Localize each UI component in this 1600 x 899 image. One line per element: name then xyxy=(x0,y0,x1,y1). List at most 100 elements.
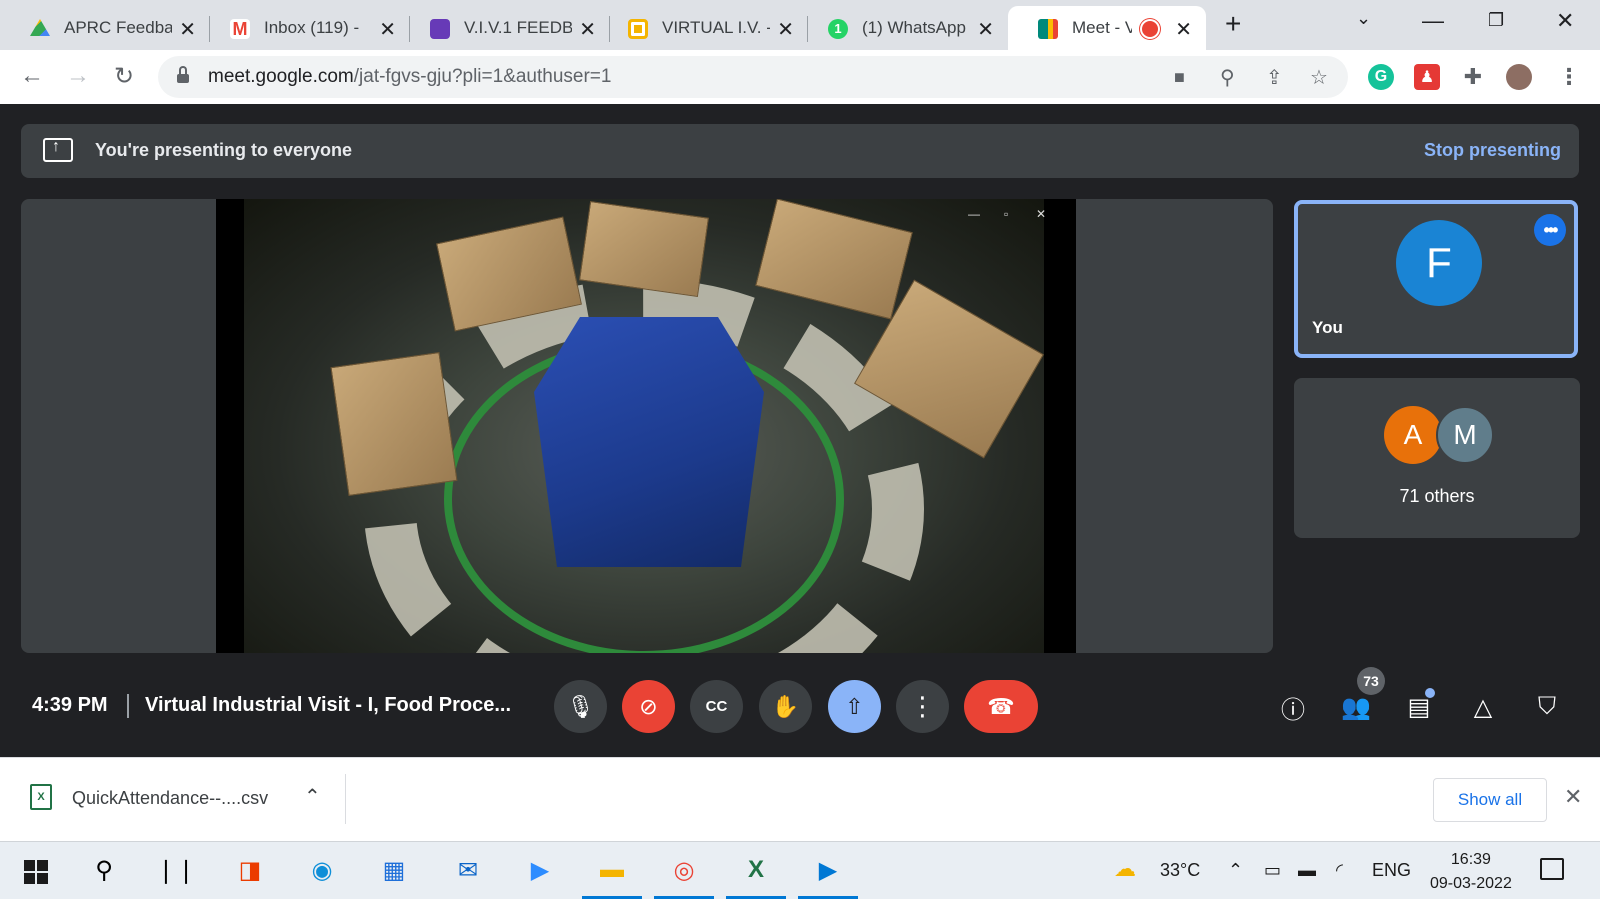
csv-file-icon: X xyxy=(30,784,52,810)
gmail-icon: M xyxy=(230,19,250,39)
google-forms-icon xyxy=(430,19,450,39)
download-bar: X QuickAttendance--....csv ⌃ Show all ✕ xyxy=(0,757,1600,841)
participant-name: You xyxy=(1312,318,1343,337)
avatar: A xyxy=(1384,406,1442,464)
chrome-icon[interactable]: ◎ xyxy=(666,852,702,888)
tab-virtual-iv[interactable]: VIRTUAL I.V. - ✕ xyxy=(598,6,808,50)
chevron-up-icon[interactable]: ⌃ xyxy=(1228,860,1243,881)
show-all-button[interactable]: Show all xyxy=(1433,778,1547,822)
conveyor-video-frame xyxy=(244,199,1044,653)
bookmark-star-icon[interactable]: ☆ xyxy=(1310,65,1328,90)
tab-title: Inbox (119) - xyxy=(264,18,360,37)
tab-whatsapp[interactable]: 1 (1) WhatsApp ✕ xyxy=(798,6,1008,50)
url-text[interactable]: meet.google.com/jat-fgvs-gju?pli=1&authu… xyxy=(208,66,611,88)
close-tab-icon[interactable]: ✕ xyxy=(179,17,196,42)
avatar: M xyxy=(1436,406,1494,464)
meeting-details-icon[interactable]: ⓘ xyxy=(1276,690,1310,724)
close-tab-icon[interactable]: ✕ xyxy=(777,17,794,42)
host-controls-icon[interactable]: ⛉ xyxy=(1530,690,1564,724)
forward-arrow-icon[interactable]: → xyxy=(66,62,90,90)
minimize-icon[interactable]: — xyxy=(1422,8,1444,34)
chevron-up-icon[interactable]: ⌃ xyxy=(304,784,321,809)
close-window-icon[interactable]: ✕ xyxy=(1556,8,1574,34)
search-icon[interactable]: ⚲ xyxy=(86,852,122,888)
back-arrow-icon[interactable]: ← xyxy=(20,62,44,90)
download-file-name[interactable]: QuickAttendance--....csv xyxy=(72,788,268,809)
close-download-bar-icon[interactable]: ✕ xyxy=(1564,784,1582,810)
shared-screen-video: — ▫ ✕ xyxy=(216,199,1076,653)
download-item[interactable]: X QuickAttendance--....csv ⌃ xyxy=(24,774,346,824)
media-player-icon[interactable]: ▶ xyxy=(810,852,846,888)
language-indicator[interactable]: ENG xyxy=(1372,860,1411,881)
present-now-button[interactable]: ⇧ xyxy=(828,680,881,733)
new-tab-button[interactable]: + xyxy=(1225,8,1241,40)
tab-inbox[interactable]: M Inbox (119) - ✕ xyxy=(200,6,410,50)
recording-icon xyxy=(1142,21,1158,37)
extensions-puzzle-icon[interactable]: ✚ xyxy=(1460,64,1486,90)
raise-hand-button[interactable]: ✋ xyxy=(759,680,812,733)
file-explorer-icon[interactable]: ▬ xyxy=(594,852,630,888)
google-drive-icon xyxy=(30,19,50,36)
tab-aprc-feedback[interactable]: APRC Feedba ✕ xyxy=(0,6,210,50)
weather-icon[interactable]: ☁ xyxy=(1114,856,1136,882)
close-tab-icon[interactable]: ✕ xyxy=(977,17,994,42)
restore-icon[interactable]: ❐ xyxy=(1488,10,1504,31)
share-icon[interactable]: ⇪ xyxy=(1266,65,1283,90)
stop-presenting-button[interactable]: Stop presenting xyxy=(1424,140,1561,161)
video-restore-icon: ▫ xyxy=(1004,207,1009,221)
battery-icon[interactable]: ▬ xyxy=(1298,860,1316,881)
participant-count-badge: 73 xyxy=(1357,667,1385,695)
activities-icon[interactable]: △ xyxy=(1466,690,1500,724)
close-tab-icon[interactable]: ✕ xyxy=(379,17,396,42)
google-meet-icon xyxy=(1038,19,1058,39)
tab-title: (1) WhatsApp xyxy=(862,18,966,37)
mail-icon[interactable]: ✉ xyxy=(450,852,486,888)
leave-call-button[interactable]: ☎ xyxy=(964,680,1038,733)
excel-icon[interactable]: X xyxy=(738,852,774,888)
reload-icon[interactable]: ↻ xyxy=(114,62,134,91)
microphone-button[interactable]: 🎙 xyxy=(554,680,607,733)
clock-date: 09-03-2022 xyxy=(1430,875,1512,892)
notification-center-icon[interactable] xyxy=(1540,858,1564,880)
windows-start-icon[interactable] xyxy=(24,860,48,884)
self-tile[interactable]: F ••• You xyxy=(1294,200,1578,358)
windows-taskbar: ⚲ ❘❘ ◨ ◉ ▦ ✉ ▶ ▬ ◎ X ▶ ☁ 33°C ⌃ ▭ ▬ ◜ EN… xyxy=(0,841,1600,899)
others-count: 71 others xyxy=(1399,486,1475,506)
video-close-icon: ✕ xyxy=(1036,207,1047,221)
tab-viv-feedback[interactable]: V.I.V.1 FEEDB/ ✕ xyxy=(400,6,610,50)
store-icon[interactable]: ▦ xyxy=(376,852,412,888)
tab-title: APRC Feedba xyxy=(64,18,172,37)
tab-search-chevron-icon[interactable]: ⌄ xyxy=(1356,8,1371,29)
close-tab-icon[interactable]: ✕ xyxy=(579,17,596,42)
grammarly-icon[interactable]: G xyxy=(1368,64,1394,90)
weather-temperature[interactable]: 33°C xyxy=(1160,860,1200,881)
close-tab-icon[interactable]: ✕ xyxy=(1175,17,1192,42)
more-options-icon[interactable]: ••• xyxy=(1534,214,1566,246)
camera-permission-icon[interactable]: ■ xyxy=(1174,67,1185,88)
tab-title: VIRTUAL I.V. - xyxy=(662,18,770,37)
system-clock[interactable]: 16:39 09-03-2022 xyxy=(1430,848,1512,896)
present-screen-icon xyxy=(43,138,73,162)
video-minimize-icon: — xyxy=(968,207,980,221)
tab-meet[interactable]: Meet - V ✕ xyxy=(1008,6,1206,50)
task-view-icon[interactable]: ❘❘ xyxy=(156,852,196,888)
people-icon[interactable]: 👥 xyxy=(1339,690,1373,724)
lock-icon[interactable] xyxy=(176,66,190,84)
office-icon[interactable]: ◨ xyxy=(232,852,268,888)
meet-tray-icon[interactable]: ▭ xyxy=(1264,860,1281,881)
address-bar[interactable]: meet.google.com/jat-fgvs-gju?pli=1&authu… xyxy=(158,56,1348,98)
camera-off-button[interactable]: ⊘ xyxy=(622,680,675,733)
kebab-menu-icon[interactable]: ⋮ xyxy=(1556,64,1582,90)
extension-people-icon[interactable]: ♟ xyxy=(1414,64,1440,90)
profile-avatar-icon[interactable] xyxy=(1506,64,1532,90)
wifi-icon[interactable]: ◜ xyxy=(1336,860,1343,881)
tab-title: V.I.V.1 FEEDB/ xyxy=(464,18,572,37)
chat-notification-dot xyxy=(1425,688,1435,698)
edge-icon[interactable]: ◉ xyxy=(304,852,340,888)
more-options-button[interactable]: ⋮ xyxy=(896,680,949,733)
zoom-icon[interactable]: ⚲ xyxy=(1220,65,1235,90)
zoom-app-icon[interactable]: ▶ xyxy=(522,852,558,888)
clock-time: 16:39 xyxy=(1450,851,1491,868)
others-tile[interactable]: A M 71 others xyxy=(1294,378,1580,538)
captions-button[interactable]: CC xyxy=(690,680,743,733)
